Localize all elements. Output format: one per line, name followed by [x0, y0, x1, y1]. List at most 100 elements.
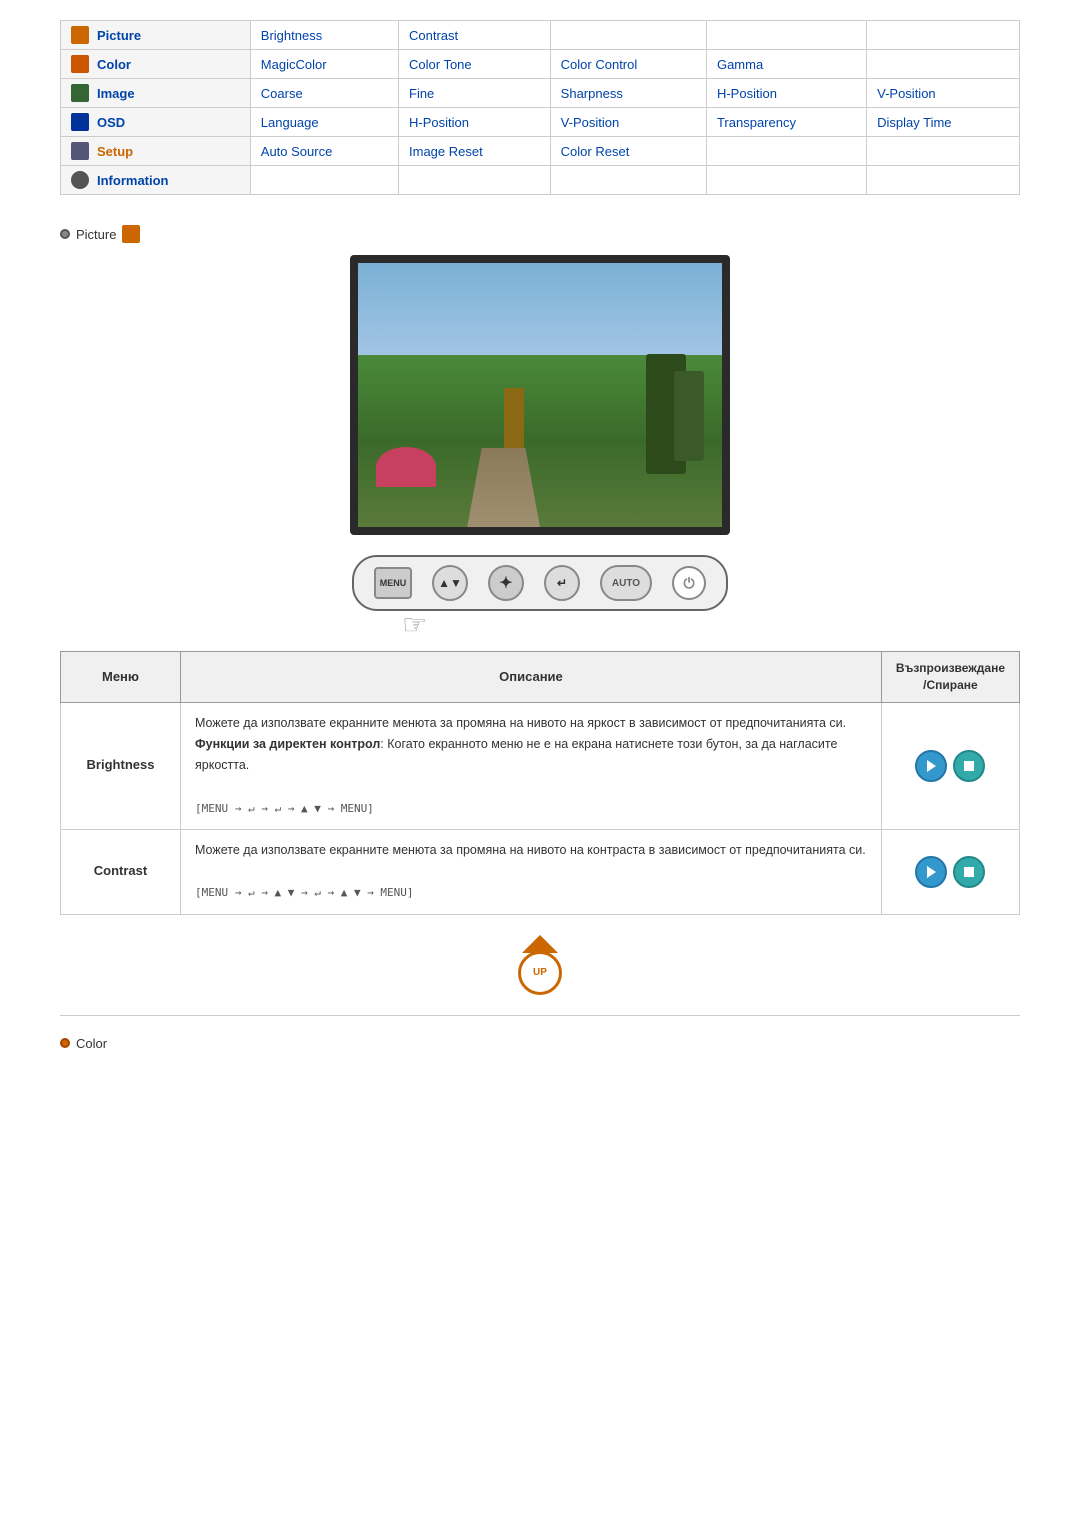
nav-row-color: Color MagicColor Color Tone Color Contro…	[61, 50, 1020, 79]
nav-sub-colortone[interactable]: Color Tone	[399, 50, 551, 79]
nav-sub-empty6	[867, 137, 1020, 166]
col-header-desc: Описание	[181, 652, 882, 703]
nav-sub-vpos[interactable]: V-Position	[550, 108, 706, 137]
nav-sub-colorreset[interactable]: Color Reset	[550, 137, 706, 166]
up-circle: UP	[518, 951, 562, 995]
nav-cell-information[interactable]: Information	[61, 166, 251, 195]
section-divider	[60, 1015, 1020, 1016]
pagoda	[504, 388, 524, 448]
table-row-brightness: Brightness Можете да използвате екраннит…	[61, 702, 1020, 829]
desc-cell-contrast: Можете да използвате екранните менюта за…	[181, 829, 882, 914]
image-icon	[71, 84, 89, 102]
nav-cell-osd[interactable]: OSD	[61, 108, 251, 137]
nav-sub-contrast[interactable]: Contrast	[399, 21, 551, 50]
nav-sub-sharpness[interactable]: Sharpness	[550, 79, 706, 108]
code-contrast: [MENU → ↵ → ▲ ▼ → ↵ → ▲ ▼ → MENU]	[195, 886, 414, 899]
nav-sub-coarse[interactable]: Coarse	[250, 79, 398, 108]
nav-row-image: Image Coarse Fine Sharpness H-Position V…	[61, 79, 1020, 108]
menu-cell-contrast: Contrast	[61, 829, 181, 914]
desc-cell-brightness: Можете да използвате екранните менюта за…	[181, 702, 882, 829]
stop-button-brightness[interactable]	[953, 750, 985, 782]
brightness-button[interactable]: ✦	[488, 565, 524, 601]
nav-cell-setup[interactable]: Setup	[61, 137, 251, 166]
nav-sub-language[interactable]: Language	[250, 108, 398, 137]
action-btns-contrast	[896, 856, 1005, 888]
information-icon	[71, 171, 89, 189]
nav-label-setup: Setup	[97, 144, 133, 159]
nav-label-image: Image	[97, 86, 135, 101]
arrows-button[interactable]: ▲▼	[432, 565, 468, 601]
color-section-label: Color	[76, 1036, 107, 1051]
action-btns-brightness	[896, 750, 1005, 782]
nav-sub-info1	[250, 166, 398, 195]
nav-sub-imagereset[interactable]: Image Reset	[399, 137, 551, 166]
nav-sub-brightness[interactable]: Brightness	[250, 21, 398, 50]
picture-section-label: Picture	[76, 227, 116, 242]
bold-label-brightness: Функции за директен контрол	[195, 737, 380, 751]
nav-sub-empty4	[867, 50, 1020, 79]
setup-icon	[71, 142, 89, 160]
action-cell-contrast	[881, 829, 1019, 914]
bush-left	[376, 447, 436, 487]
nav-cell-image[interactable]: Image	[61, 79, 251, 108]
nav-label-osd: OSD	[97, 115, 125, 130]
color-section-header: Color	[60, 1036, 1020, 1051]
nav-label-information: Information	[97, 173, 169, 188]
picture-icon	[71, 26, 89, 44]
sky-area	[358, 263, 722, 369]
nav-sub-empty5	[706, 137, 866, 166]
up-btn-wrapper: UP	[60, 935, 1020, 995]
nav-sub-gamma[interactable]: Gamma	[706, 50, 866, 79]
play-button-contrast[interactable]	[915, 856, 947, 888]
action-cell-brightness	[881, 702, 1019, 829]
tree-right	[674, 371, 704, 461]
nav-label-color: Color	[97, 57, 131, 72]
nav-sub-autosource[interactable]: Auto Source	[250, 137, 398, 166]
nav-sub-vposition[interactable]: V-Position	[867, 79, 1020, 108]
nav-sub-transparency[interactable]: Transparency	[706, 108, 866, 137]
color-icon	[71, 55, 89, 73]
nav-sub-magiccolor[interactable]: MagicColor	[250, 50, 398, 79]
nav-cell-color[interactable]: Color	[61, 50, 251, 79]
monitor-frame	[350, 255, 730, 535]
monitor-wrapper	[60, 255, 1020, 535]
menu-cell-brightness: Brightness	[61, 702, 181, 829]
nav-sub-info5	[867, 166, 1020, 195]
controls-bar: MENU ▲▼ ✦ ↵ AUTO ⏻	[352, 555, 728, 611]
nav-row-picture: Picture Brightness Contrast	[61, 21, 1020, 50]
nav-table: Picture Brightness Contrast Color MagicC…	[60, 20, 1020, 195]
power-button[interactable]: ⏻	[672, 566, 706, 600]
nav-cell-picture[interactable]: Picture	[61, 21, 251, 50]
table-row-contrast: Contrast Можете да използвате екранните …	[61, 829, 1020, 914]
monitor-screen	[358, 263, 722, 527]
picture-section-icon	[122, 225, 140, 243]
nav-sub-empty3	[867, 21, 1020, 50]
nav-sub-info4	[706, 166, 866, 195]
col-header-replay: Възпроизвеждане/Спиране	[881, 652, 1019, 703]
enter-button[interactable]: ↵	[544, 565, 580, 601]
picture-section-header: Picture	[60, 225, 1020, 243]
play-button-brightness[interactable]	[915, 750, 947, 782]
nav-row-osd: OSD Language H-Position V-Position Trans…	[61, 108, 1020, 137]
hand-cursor: ☞	[402, 608, 427, 641]
content-table: Меню Описание Възпроизвеждане/Спиране Br…	[60, 651, 1020, 915]
nav-row-setup: Setup Auto Source Image Reset Color Rese…	[61, 137, 1020, 166]
menu-button[interactable]: MENU	[374, 567, 412, 599]
controls-wrapper: MENU ▲▼ ✦ ↵ AUTO ⏻ ☞	[60, 555, 1020, 611]
osd-icon	[71, 113, 89, 131]
stop-button-contrast[interactable]	[953, 856, 985, 888]
nav-row-information: Information	[61, 166, 1020, 195]
nav-sub-fine[interactable]: Fine	[399, 79, 551, 108]
nav-sub-info3	[550, 166, 706, 195]
color-dot	[60, 1038, 70, 1048]
nav-sub-colorcontrol[interactable]: Color Control	[550, 50, 706, 79]
col-header-menu: Меню	[61, 652, 181, 703]
auto-button[interactable]: AUTO	[600, 565, 652, 601]
nav-sub-hpos[interactable]: H-Position	[399, 108, 551, 137]
up-arrow	[522, 935, 558, 953]
nav-sub-empty1	[550, 21, 706, 50]
nav-sub-hposition[interactable]: H-Position	[706, 79, 866, 108]
code-brightness: [MENU → ↵ → ↵ → ▲ ▼ → MENU]	[195, 802, 374, 815]
up-button[interactable]: UP	[518, 935, 562, 995]
nav-sub-displaytime[interactable]: Display Time	[867, 108, 1020, 137]
